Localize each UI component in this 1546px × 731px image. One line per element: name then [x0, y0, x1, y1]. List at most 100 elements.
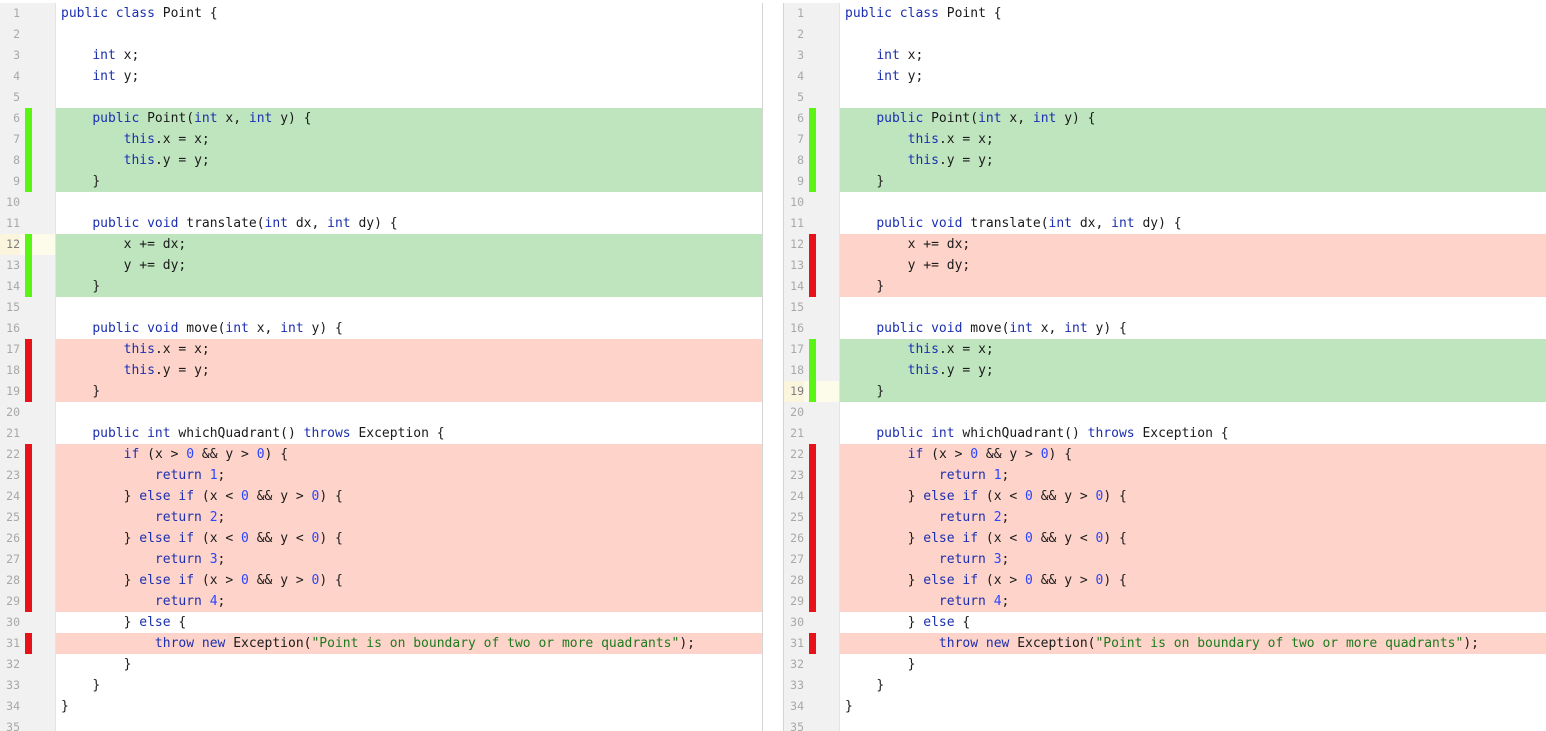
code-line[interactable]: 2: [784, 24, 1546, 45]
code-line[interactable]: 4 int y;: [0, 66, 762, 87]
code-line[interactable]: 18 this.y = y;: [784, 360, 1546, 381]
code-line[interactable]: 33 }: [784, 675, 1546, 696]
removed-change-marker[interactable]: [809, 465, 816, 486]
code-line[interactable]: 31 throw new Exception("Point is on boun…: [784, 633, 1546, 654]
removed-change-marker[interactable]: [25, 486, 32, 507]
code-line[interactable]: 13 y += dy;: [0, 255, 762, 276]
removed-change-marker[interactable]: [809, 528, 816, 549]
code-line[interactable]: 26 } else if (x < 0 && y < 0) {: [784, 528, 1546, 549]
code-line[interactable]: 3 int x;: [0, 45, 762, 66]
code-line[interactable]: 7 this.x = x;: [784, 129, 1546, 150]
code-line[interactable]: 28 } else if (x > 0 && y > 0) {: [784, 570, 1546, 591]
code-line[interactable]: 23 return 1;: [784, 465, 1546, 486]
added-change-marker[interactable]: [25, 150, 32, 171]
code-line[interactable]: 3 int x;: [784, 45, 1546, 66]
removed-change-marker[interactable]: [809, 633, 816, 654]
code-line[interactable]: 35: [784, 717, 1546, 731]
code-line[interactable]: 35: [0, 717, 762, 731]
code-line[interactable]: 10: [784, 192, 1546, 213]
added-change-marker[interactable]: [25, 129, 32, 150]
code-line[interactable]: 16 public void move(int x, int y) {: [784, 318, 1546, 339]
diff-pane-right[interactable]: 1 public class Point {2 3 int x; 4 int y; 5 6…: [783, 3, 1546, 731]
code-line[interactable]: 27 return 3;: [0, 549, 762, 570]
code-line[interactable]: 5: [784, 87, 1546, 108]
code-line[interactable]: 24 } else if (x < 0 && y > 0) {: [784, 486, 1546, 507]
code-line[interactable]: 2: [0, 24, 762, 45]
code-line[interactable]: 13 y += dy;: [784, 255, 1546, 276]
code-line[interactable]: 29 return 4;: [0, 591, 762, 612]
code-line[interactable]: 9 }: [0, 171, 762, 192]
code-line[interactable]: 25 return 2;: [784, 507, 1546, 528]
code-line[interactable]: 4 int y;: [784, 66, 1546, 87]
code-line[interactable]: 15: [0, 297, 762, 318]
added-change-marker[interactable]: [25, 255, 32, 276]
code-line[interactable]: 31 throw new Exception("Point is on boun…: [0, 633, 762, 654]
code-line[interactable]: 18 this.y = y;: [0, 360, 762, 381]
code-line[interactable]: 25 return 2;: [0, 507, 762, 528]
added-change-marker[interactable]: [809, 381, 816, 402]
code-line[interactable]: 32 }: [784, 654, 1546, 675]
added-change-marker[interactable]: [25, 108, 32, 129]
removed-change-marker[interactable]: [25, 465, 32, 486]
removed-change-marker[interactable]: [25, 633, 32, 654]
removed-change-marker[interactable]: [25, 528, 32, 549]
removed-change-marker[interactable]: [809, 591, 816, 612]
code-line[interactable]: 8 this.y = y;: [784, 150, 1546, 171]
code-line[interactable]: 12 x += dx;: [0, 234, 762, 255]
added-change-marker[interactable]: [25, 276, 32, 297]
code-line[interactable]: 14 }: [784, 276, 1546, 297]
code-line[interactable]: 26 } else if (x < 0 && y < 0) {: [0, 528, 762, 549]
removed-change-marker[interactable]: [809, 444, 816, 465]
code-line[interactable]: 19 }: [784, 381, 1546, 402]
removed-change-marker[interactable]: [25, 360, 32, 381]
code-line[interactable]: 6 public Point(int x, int y) {: [784, 108, 1546, 129]
code-line[interactable]: 21 public int whichQuadrant() throws Exc…: [784, 423, 1546, 444]
code-line[interactable]: 8 this.y = y;: [0, 150, 762, 171]
code-line[interactable]: 24 } else if (x < 0 && y > 0) {: [0, 486, 762, 507]
removed-change-marker[interactable]: [809, 234, 816, 255]
removed-change-marker[interactable]: [25, 339, 32, 360]
code-line[interactable]: 22 if (x > 0 && y > 0) {: [0, 444, 762, 465]
code-line[interactable]: 1 public class Point {: [784, 3, 1546, 24]
code-line[interactable]: 17 this.x = x;: [784, 339, 1546, 360]
code-line[interactable]: 11 public void translate(int dx, int dy)…: [784, 213, 1546, 234]
removed-change-marker[interactable]: [809, 255, 816, 276]
removed-change-marker[interactable]: [25, 570, 32, 591]
removed-change-marker[interactable]: [809, 507, 816, 528]
code-line[interactable]: 9 }: [784, 171, 1546, 192]
code-line[interactable]: 21 public int whichQuadrant() throws Exc…: [0, 423, 762, 444]
code-line[interactable]: 15: [784, 297, 1546, 318]
code-line[interactable]: 1 public class Point {: [0, 3, 762, 24]
removed-change-marker[interactable]: [25, 591, 32, 612]
code-line[interactable]: 16 public void move(int x, int y) {: [0, 318, 762, 339]
code-line[interactable]: 30 } else {: [784, 612, 1546, 633]
added-change-marker[interactable]: [809, 108, 816, 129]
removed-change-marker[interactable]: [25, 507, 32, 528]
code-line[interactable]: 11 public void translate(int dx, int dy)…: [0, 213, 762, 234]
code-line[interactable]: 32 }: [0, 654, 762, 675]
code-line[interactable]: 34}: [0, 696, 762, 717]
code-line[interactable]: 19 }: [0, 381, 762, 402]
added-change-marker[interactable]: [25, 234, 32, 255]
code-line[interactable]: 14 }: [0, 276, 762, 297]
code-line[interactable]: 34}: [784, 696, 1546, 717]
code-line[interactable]: 20: [0, 402, 762, 423]
removed-change-marker[interactable]: [25, 549, 32, 570]
code-line[interactable]: 33 }: [0, 675, 762, 696]
added-change-marker[interactable]: [809, 150, 816, 171]
code-line[interactable]: 29 return 4;: [784, 591, 1546, 612]
code-line[interactable]: 10: [0, 192, 762, 213]
added-change-marker[interactable]: [809, 339, 816, 360]
code-line[interactable]: 12 x += dx;: [784, 234, 1546, 255]
code-line[interactable]: 27 return 3;: [784, 549, 1546, 570]
added-change-marker[interactable]: [809, 129, 816, 150]
removed-change-marker[interactable]: [25, 381, 32, 402]
code-line[interactable]: 20: [784, 402, 1546, 423]
code-line[interactable]: 7 this.x = x;: [0, 129, 762, 150]
added-change-marker[interactable]: [809, 171, 816, 192]
removed-change-marker[interactable]: [809, 570, 816, 591]
added-change-marker[interactable]: [809, 360, 816, 381]
code-line[interactable]: 17 this.x = x;: [0, 339, 762, 360]
code-line[interactable]: 22 if (x > 0 && y > 0) {: [784, 444, 1546, 465]
removed-change-marker[interactable]: [25, 444, 32, 465]
